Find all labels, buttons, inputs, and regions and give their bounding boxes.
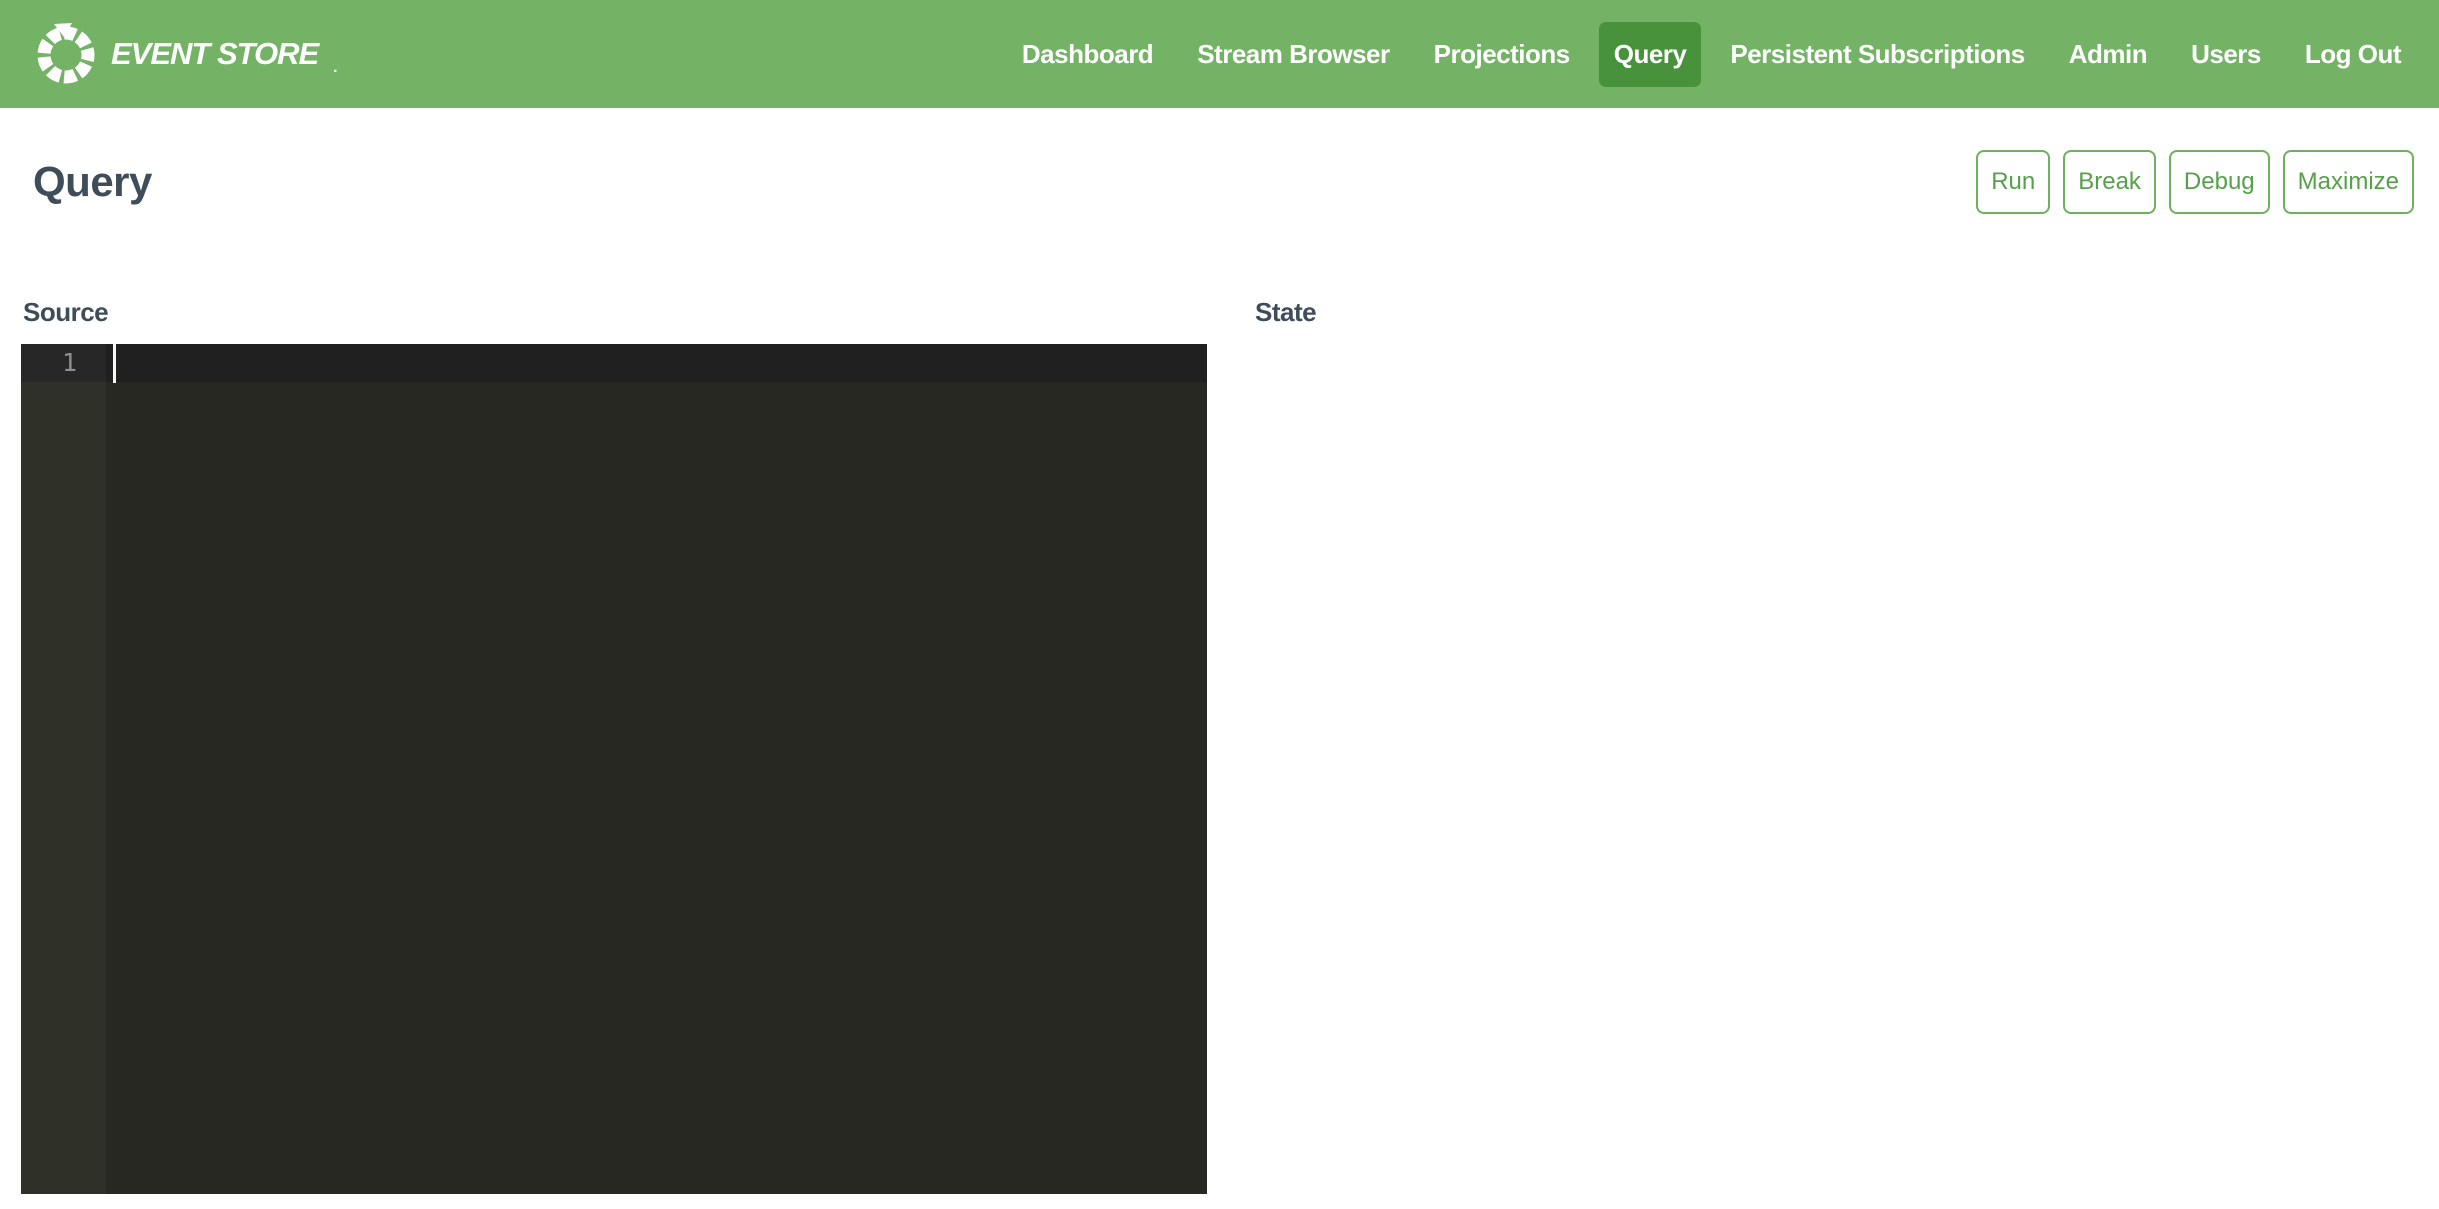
page-header: Query Run Break Debug Maximize bbox=[0, 108, 2439, 216]
source-code-editor[interactable]: 1 bbox=[21, 344, 1207, 1194]
nav-item-stream-browser[interactable]: Stream Browser bbox=[1182, 22, 1404, 87]
query-panels: Source 1 State bbox=[0, 298, 2439, 1194]
editor-cursor bbox=[113, 344, 116, 383]
maximize-button[interactable]: Maximize bbox=[2283, 150, 2414, 214]
nav-item-dashboard[interactable]: Dashboard bbox=[1007, 22, 1168, 87]
nav-item-persistent-subscriptions[interactable]: Persistent Subscriptions bbox=[1715, 22, 2039, 87]
break-button[interactable]: Break bbox=[2063, 150, 2156, 214]
event-store-logo-icon bbox=[34, 22, 98, 86]
source-column: Source 1 bbox=[21, 298, 1207, 1194]
brand-title: EVENT STORE bbox=[111, 36, 318, 72]
state-label: State bbox=[1255, 298, 2414, 326]
editor-line-number: 1 bbox=[21, 344, 106, 382]
nav-item-admin[interactable]: Admin bbox=[2054, 22, 2162, 87]
nav-item-projections[interactable]: Projections bbox=[1419, 22, 1585, 87]
source-label: Source bbox=[23, 298, 1207, 326]
event-store-logo[interactable]: EVENT STORE . bbox=[34, 22, 337, 86]
run-button[interactable]: Run bbox=[1976, 150, 2050, 214]
brand-trademark: . bbox=[333, 59, 337, 76]
main-nav: Dashboard Stream Browser Projections Que… bbox=[1007, 22, 2416, 87]
page-title: Query bbox=[33, 158, 152, 206]
debug-button[interactable]: Debug bbox=[2169, 150, 2270, 214]
nav-item-users[interactable]: Users bbox=[2176, 22, 2276, 87]
nav-item-log-out[interactable]: Log Out bbox=[2290, 22, 2416, 87]
state-column: State bbox=[1255, 298, 2414, 1194]
editor-active-line bbox=[21, 344, 1207, 382]
query-action-buttons: Run Break Debug Maximize bbox=[1976, 150, 2414, 214]
navbar: EVENT STORE . Dashboard Stream Browser P… bbox=[0, 0, 2439, 108]
editor-gutter bbox=[21, 344, 106, 1194]
nav-item-query[interactable]: Query bbox=[1599, 22, 1702, 87]
